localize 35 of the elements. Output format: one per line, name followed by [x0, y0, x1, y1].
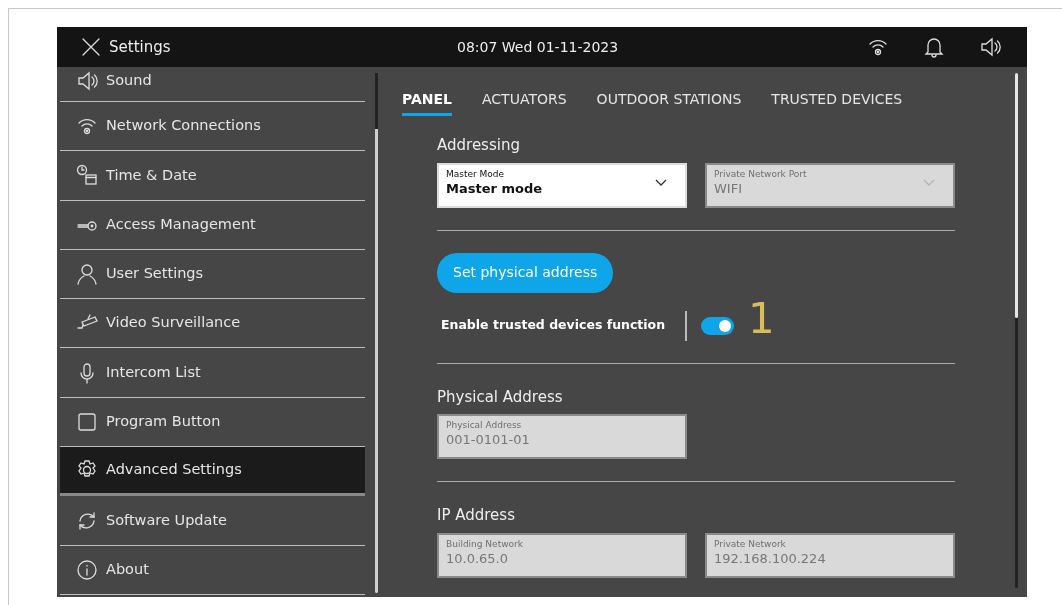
- square-icon: [76, 410, 98, 433]
- toggle-label: Enable trusted devices function: [440, 316, 667, 335]
- speaker-icon: [979, 36, 1001, 58]
- sidebar-item[interactable]: Access Management: [60, 200, 365, 250]
- sidebar-item[interactable]: About: [60, 545, 365, 595]
- sidebar-item[interactable]: Video Surveillance: [60, 299, 365, 349]
- section-title: IP Address: [437, 505, 516, 526]
- input-field: Building Network 10.0.65.0: [437, 532, 687, 578]
- close-button[interactable]: [81, 37, 101, 57]
- header-title: Settings: [109, 36, 171, 58]
- input-field: Private Network 192.168.100.224: [705, 532, 955, 578]
- sidebar-item[interactable]: User Settings: [60, 249, 365, 300]
- date-time: 08:07 Wed 01-11-2023: [457, 39, 619, 55]
- dropdown-field[interactable]: Master Mode Master mode: [437, 162, 687, 208]
- speaker-icon: [76, 70, 98, 92]
- section-title: Physical Address: [437, 386, 564, 408]
- toggle-switch[interactable]: [701, 316, 734, 335]
- sidebar-item[interactable]: Intercom List: [60, 348, 365, 398]
- sidebar-item[interactable]: Sound: [60, 67, 365, 102]
- clock-calendar-icon: [76, 164, 98, 187]
- info-icon: [76, 558, 98, 581]
- tab[interactable]: PANEL: [402, 88, 452, 116]
- dropdown-field: Private Network Port WIFI: [705, 162, 955, 208]
- tab[interactable]: TRUSTED DEVICES: [771, 88, 903, 116]
- tab[interactable]: OUTDOOR STATIONS: [596, 88, 742, 116]
- tab[interactable]: ACTUATORS: [482, 88, 567, 116]
- sidebar-item[interactable]: Advanced Settings: [60, 447, 365, 497]
- sidebar-item[interactable]: Software Update: [60, 496, 365, 546]
- section-title: Addressing: [437, 135, 521, 156]
- sidebar-item[interactable]: Network Connections: [60, 102, 365, 152]
- input-field: Physical Address 001-0101-01: [437, 414, 687, 459]
- bell-icon: [923, 36, 945, 58]
- sidebar-item[interactable]: Time & Date: [60, 151, 365, 201]
- annotation-number: 1: [748, 297, 775, 340]
- user-icon: [76, 263, 98, 286]
